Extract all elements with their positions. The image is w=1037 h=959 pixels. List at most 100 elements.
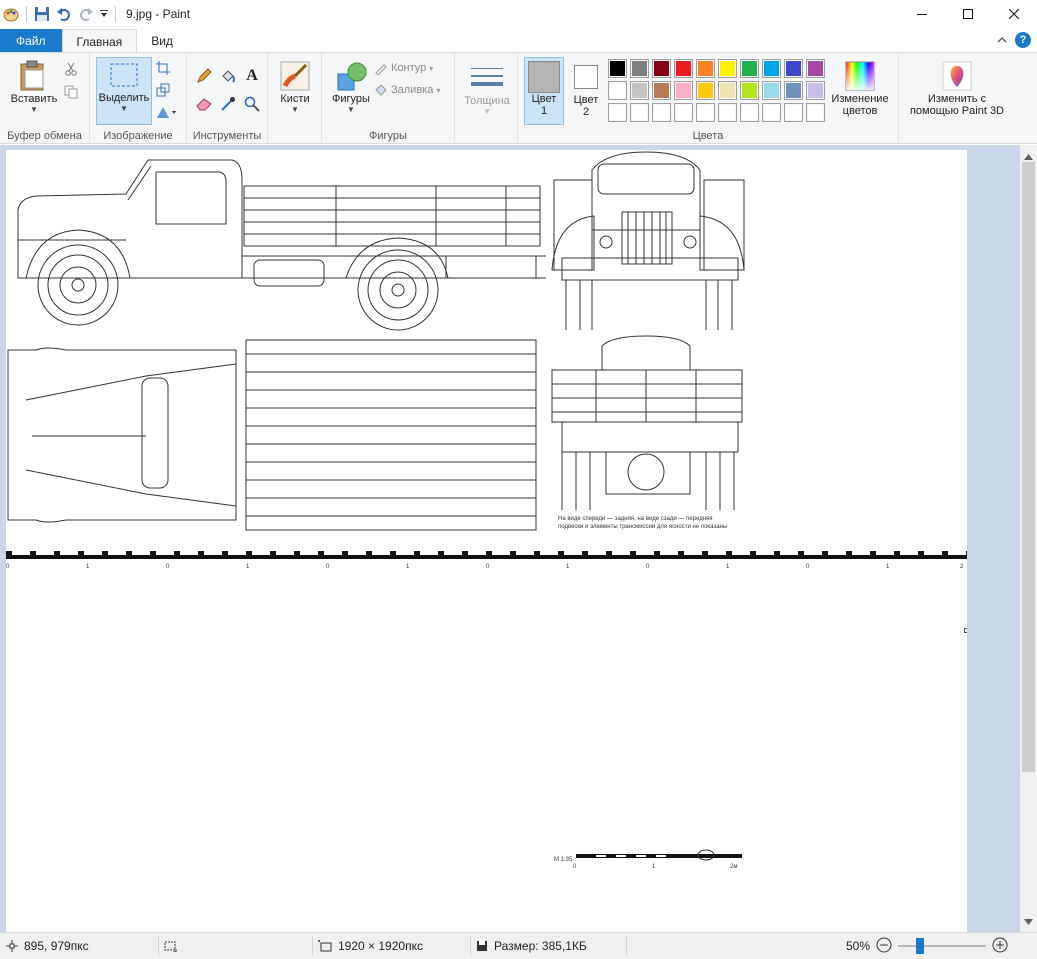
palette-swatch[interactable]	[784, 59, 803, 78]
ruler-tick-label: 0	[6, 564, 10, 570]
palette-swatch[interactable]	[630, 103, 649, 122]
palette-swatch[interactable]	[608, 59, 627, 78]
group-label-clipboard: Буфер обмена	[7, 130, 82, 142]
palette-swatch[interactable]	[674, 59, 693, 78]
scale-tick-2: 2м	[730, 864, 737, 870]
zoom-out-button[interactable]	[876, 937, 892, 956]
canvas-workspace[interactable]: На виде спереди — задняя, на виде сзади …	[0, 145, 1020, 932]
resize-handle-right[interactable]	[964, 628, 967, 633]
ribbon: Вставить ▼ Буфер обмена Выделить ▼ Изобр…	[0, 52, 1037, 144]
palette-swatch[interactable]	[762, 81, 781, 100]
zoom-slider[interactable]	[898, 938, 987, 954]
group-label-image: Изображение	[103, 130, 173, 142]
shapes-dropdown-icon[interactable]: ▼	[347, 105, 355, 114]
group-size: Толщина ▼	[455, 53, 518, 144]
group-label-colors: Цвета	[692, 130, 724, 142]
paint3d-button[interactable]: Изменить с помощью Paint 3D	[903, 59, 1011, 117]
palette-swatch[interactable]	[762, 59, 781, 78]
palette-swatch[interactable]	[784, 103, 803, 122]
palette-swatch[interactable]	[652, 103, 671, 122]
select-dropdown-icon[interactable]: ▼	[120, 104, 128, 113]
resize-icon[interactable]	[154, 81, 172, 99]
undo-icon[interactable]	[53, 3, 75, 25]
edit-colors-label-2: цветов	[842, 105, 878, 117]
palette-swatch[interactable]	[674, 103, 693, 122]
rotate-icon[interactable]	[154, 103, 180, 121]
fill-label: Заливка	[391, 84, 434, 96]
palette-swatch[interactable]	[696, 59, 715, 78]
zoom-slider-thumb[interactable]	[916, 938, 925, 954]
zoom-in-button[interactable]	[992, 937, 1008, 956]
palette-swatch[interactable]	[652, 59, 671, 78]
image-dimensions: 1920 × 1920пкс	[318, 933, 423, 959]
paste-label: Вставить	[10, 93, 58, 105]
ruler-tick-label: 0	[326, 564, 330, 570]
color1-button[interactable]: Цвет 1	[524, 57, 564, 125]
fill-button[interactable]: Заливка ▾	[374, 83, 440, 97]
palette-swatch[interactable]	[718, 81, 737, 100]
paste-button[interactable]: Вставить ▼	[8, 59, 60, 114]
palette-swatch[interactable]	[696, 103, 715, 122]
tab-home[interactable]: Главная	[61, 29, 138, 53]
palette-swatch[interactable]	[718, 59, 737, 78]
edit-colors-button[interactable]: Изменение цветов	[824, 59, 896, 117]
paint3d-icon	[940, 59, 974, 93]
maximize-button[interactable]	[945, 0, 991, 28]
palette-swatch[interactable]	[608, 103, 627, 122]
select-button[interactable]: Выделить ▼	[96, 57, 152, 125]
small-scale-bar: М 1:35 0 1 2м	[554, 849, 742, 870]
paint-app-icon[interactable]	[0, 3, 22, 25]
redo-icon[interactable]	[75, 3, 97, 25]
palette-swatch[interactable]	[630, 59, 649, 78]
palette-swatch[interactable]	[806, 59, 825, 78]
collapse-ribbon-icon[interactable]	[997, 33, 1007, 47]
outline-button[interactable]: Контур ▾	[374, 61, 433, 75]
customize-toolbar-icon[interactable]	[97, 3, 111, 25]
cursor-position: 895, 979пкс	[6, 933, 89, 959]
palette-swatch[interactable]	[608, 81, 627, 100]
paint3d-label-1: Изменить с	[927, 93, 987, 105]
ruler-tick-label: 0	[486, 564, 490, 570]
color2-button[interactable]: Цвет 2	[568, 57, 604, 125]
tab-file[interactable]: Файл	[0, 29, 62, 53]
image-canvas[interactable]: На виде спереди — задняя, на виде сзади …	[6, 150, 967, 932]
cut-icon[interactable]	[62, 60, 80, 78]
size-button[interactable]: Толщина ▼	[459, 61, 515, 116]
copy-icon[interactable]	[62, 83, 80, 101]
shapes-button[interactable]: Фигуры ▼	[326, 59, 376, 114]
scale-tick-1: 1	[652, 864, 656, 870]
palette-swatch[interactable]	[806, 103, 825, 122]
palette-swatch[interactable]	[630, 81, 649, 100]
palette-swatch[interactable]	[696, 81, 715, 100]
color1-number: 1	[540, 105, 548, 117]
color-picker-icon[interactable]	[219, 95, 237, 113]
brushes-dropdown-icon[interactable]: ▼	[291, 105, 299, 114]
palette-swatch[interactable]	[784, 81, 803, 100]
save-icon[interactable]	[31, 3, 53, 25]
pencil-icon[interactable]	[195, 67, 213, 85]
scrollbar-thumb[interactable]	[1022, 162, 1035, 772]
fill-icon[interactable]	[219, 67, 237, 85]
minimize-button[interactable]	[899, 0, 945, 28]
text-tool-icon[interactable]: A	[243, 67, 261, 85]
help-icon[interactable]: ?	[1015, 32, 1031, 48]
paste-dropdown-icon[interactable]: ▼	[30, 105, 38, 114]
zoom-controls: 50%	[846, 933, 1008, 959]
palette-swatch[interactable]	[740, 81, 759, 100]
scroll-up-icon[interactable]	[1024, 149, 1033, 163]
eraser-icon[interactable]	[195, 95, 213, 113]
scroll-down-icon[interactable]	[1024, 914, 1033, 928]
close-button[interactable]	[991, 0, 1037, 28]
palette-swatch[interactable]	[674, 81, 693, 100]
palette-swatch[interactable]	[718, 103, 737, 122]
tab-view[interactable]: Вид	[137, 29, 187, 53]
vertical-scrollbar[interactable]	[1020, 145, 1037, 932]
brushes-button[interactable]: Кисти ▼	[272, 59, 318, 114]
palette-swatch[interactable]	[762, 103, 781, 122]
palette-swatch[interactable]	[652, 81, 671, 100]
palette-swatch[interactable]	[740, 59, 759, 78]
crop-icon[interactable]	[154, 59, 172, 77]
magnifier-icon[interactable]	[243, 95, 261, 113]
palette-swatch[interactable]	[806, 81, 825, 100]
palette-swatch[interactable]	[740, 103, 759, 122]
